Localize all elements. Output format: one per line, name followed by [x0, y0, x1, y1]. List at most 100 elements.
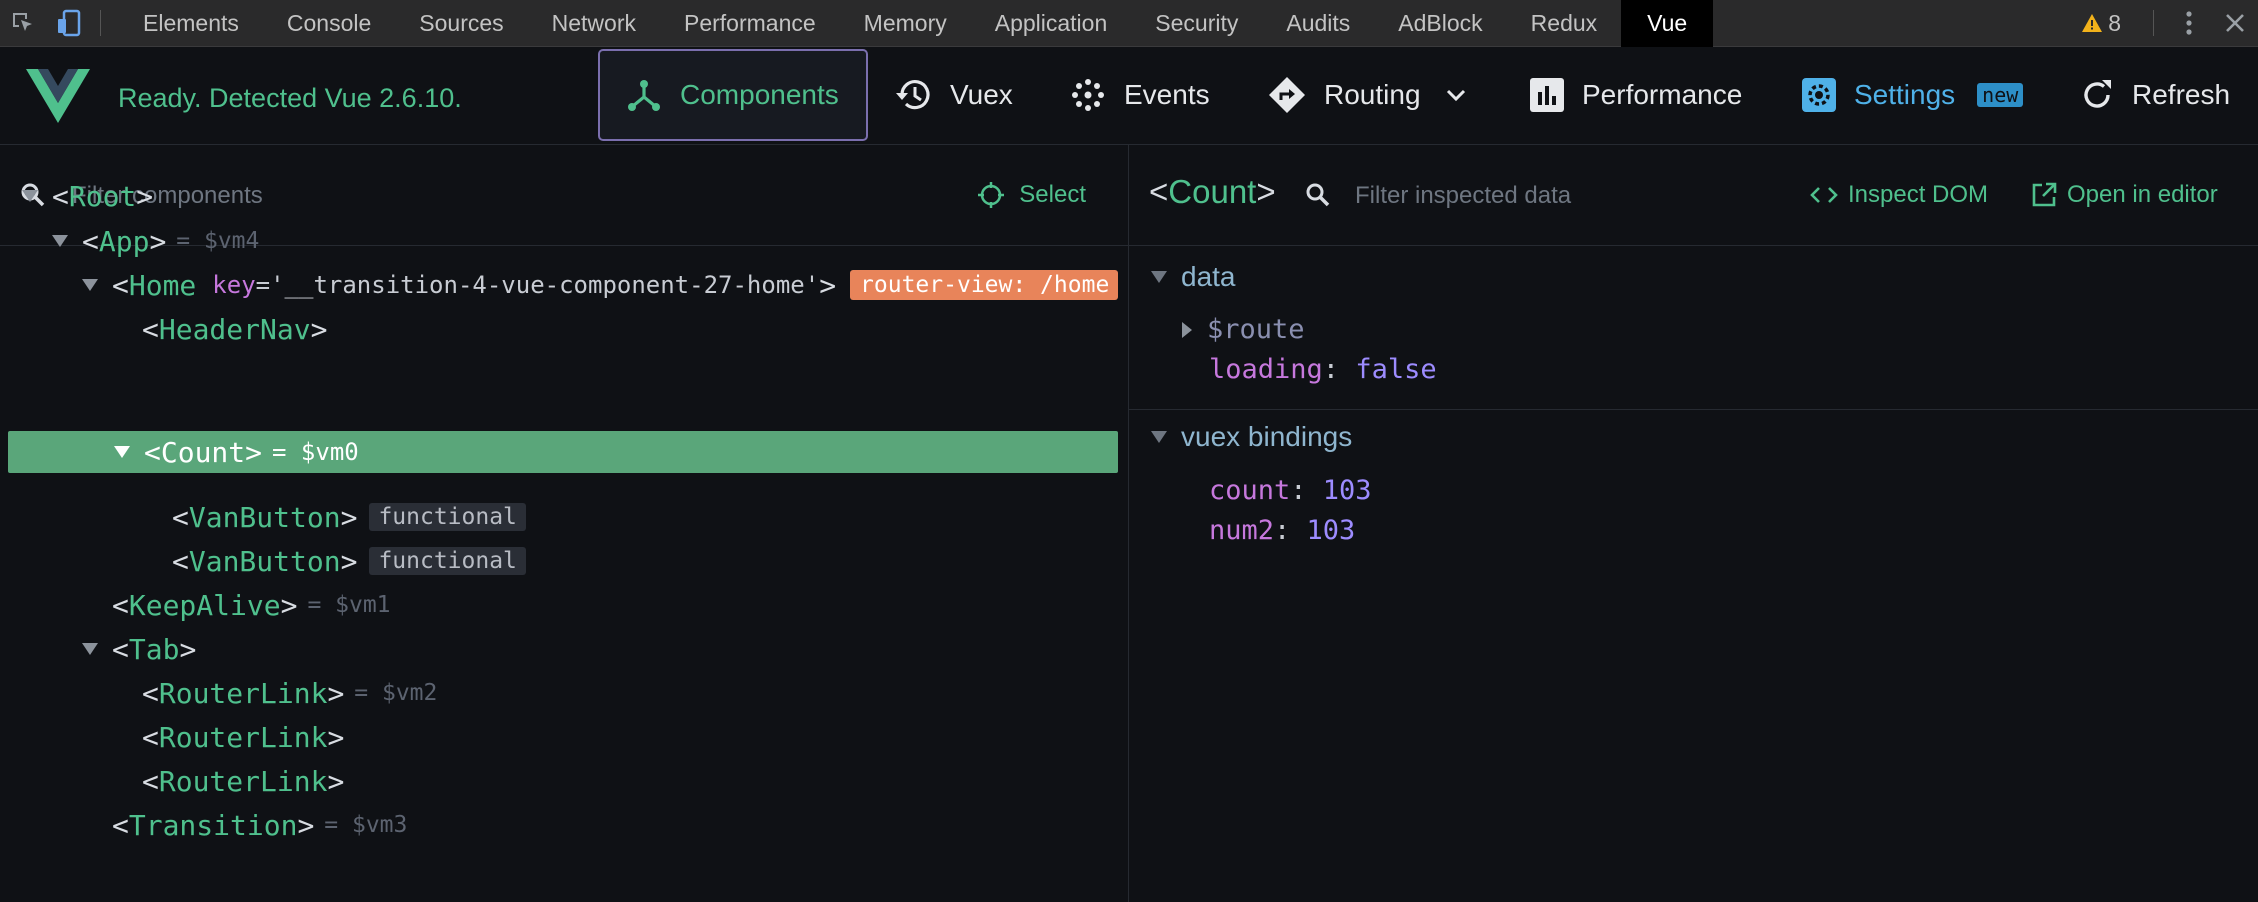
- key-attr-value: ='__transition-4-vue-component-27-home': [255, 271, 820, 299]
- tab-vue[interactable]: Vue: [1621, 0, 1714, 47]
- devtools-tab-bar: Elements Console Sources Network Perform…: [0, 0, 2258, 47]
- tree-row-routerlink-1[interactable]: < RouterLink > = $vm2: [0, 674, 437, 712]
- tag-open: <: [144, 435, 161, 469]
- tabbar-right-controls: 8: [2062, 0, 2258, 47]
- tag-open: <: [172, 500, 189, 534]
- more-options-icon[interactable]: [2166, 0, 2212, 47]
- tab-security[interactable]: Security: [1131, 0, 1262, 47]
- tab-console[interactable]: Console: [263, 0, 395, 47]
- prop-value: 103: [1306, 515, 1356, 546]
- tab-audits[interactable]: Audits: [1262, 0, 1374, 47]
- tag-open: <: [112, 588, 129, 622]
- vuex-button[interactable]: Vuex: [894, 49, 1013, 141]
- tree-row-routerlink-2[interactable]: < RouterLink >: [0, 718, 344, 756]
- tag-open: <: [112, 808, 129, 842]
- component-name: Tab: [128, 632, 180, 666]
- tag-close: >: [297, 808, 315, 842]
- tag-close: >: [327, 720, 345, 754]
- tab-network[interactable]: Network: [528, 0, 660, 47]
- inspect-dom-button[interactable]: Inspect DOM: [1810, 181, 1988, 209]
- tab-elements[interactable]: Elements: [119, 0, 263, 47]
- performance-label: Performance: [1582, 79, 1743, 110]
- tree-row-headernav[interactable]: < HeaderNav >: [0, 310, 327, 348]
- inspect-element-icon[interactable]: [0, 0, 46, 47]
- components-label: Components: [680, 79, 839, 110]
- filter-inspected-input[interactable]: Filter inspected data: [1355, 182, 1571, 210]
- prop-colon: :: [1290, 475, 1323, 506]
- tree-row-routerlink-3[interactable]: < RouterLink >: [0, 762, 344, 800]
- prop-value: 103: [1322, 475, 1372, 506]
- tab-memory[interactable]: Memory: [840, 0, 971, 47]
- refresh-label: Refresh: [2132, 79, 2231, 110]
- routing-button[interactable]: Routing: [1268, 49, 1467, 141]
- collapse-arrow-icon[interactable]: [22, 190, 38, 202]
- routing-label: Routing: [1324, 79, 1421, 110]
- prop-count[interactable]: count: 103: [1209, 475, 1372, 506]
- components-button[interactable]: Components: [598, 49, 868, 141]
- tree-row-app[interactable]: < App > = $vm4: [0, 222, 259, 260]
- vuex-label: Vuex: [950, 79, 1013, 110]
- expand-arrow-icon[interactable]: [1181, 321, 1193, 339]
- tab-application[interactable]: Application: [971, 0, 1132, 47]
- functional-badge: functional: [369, 547, 526, 575]
- tag-open: <: [172, 544, 189, 578]
- functional-badge: functional: [369, 503, 526, 531]
- collapse-arrow-icon[interactable]: [82, 279, 98, 291]
- tree-row-root[interactable]: < Root >: [0, 177, 153, 215]
- open-in-editor-button[interactable]: Open in editor: [2031, 181, 2218, 209]
- tab-separator: [100, 10, 101, 36]
- collapse-arrow-icon[interactable]: [1151, 431, 1167, 443]
- tag-open: <: [112, 268, 129, 302]
- chevron-down-icon[interactable]: [1445, 88, 1467, 102]
- collapse-arrow-icon[interactable]: [52, 235, 68, 247]
- warning-icon: [2082, 14, 2103, 32]
- tab-redux[interactable]: Redux: [1507, 0, 1621, 47]
- inspect-dom-label: Inspect DOM: [1848, 181, 1989, 208]
- tree-row-vanbutton-2[interactable]: < VanButton > functional: [0, 542, 526, 580]
- tree-row-tab[interactable]: < Tab >: [0, 630, 196, 668]
- prop-key: $route: [1207, 314, 1305, 345]
- tab-performance[interactable]: Performance: [660, 0, 840, 47]
- prop-route[interactable]: $route: [1181, 314, 1305, 345]
- tag-close: >: [327, 764, 345, 798]
- inspected-component-name: <Count>: [1149, 173, 1276, 211]
- performance-button[interactable]: Performance: [1530, 49, 1742, 141]
- prop-num2[interactable]: num2: 103: [1209, 515, 1355, 546]
- tree-row-count-selected[interactable]: < Count > = $vm0: [8, 431, 1118, 473]
- component-name: KeepAlive: [128, 588, 281, 622]
- close-devtools-icon[interactable]: [2212, 0, 2258, 47]
- components-pane: Filter components Select < Root > < App > = …: [0, 145, 1129, 902]
- data-section-header[interactable]: data: [1151, 261, 1236, 293]
- prop-loading[interactable]: loading: false: [1209, 354, 1437, 385]
- tag-open: <: [1149, 173, 1169, 210]
- warnings-button[interactable]: 8: [2062, 10, 2141, 37]
- events-button[interactable]: Events: [1070, 49, 1210, 141]
- key-attr-name: key: [212, 271, 256, 299]
- component-name: VanButton: [188, 544, 341, 578]
- vuex-bindings-section-header[interactable]: vuex bindings: [1151, 421, 1352, 453]
- device-toolbar-icon[interactable]: [46, 0, 92, 47]
- select-component-button[interactable]: Select: [977, 181, 1086, 209]
- tree-row-home[interactable]: < Home key ='__transition-4-vue-component-…: [0, 266, 1118, 304]
- tabbar-separator: [2153, 10, 2154, 36]
- data-section-title: data: [1181, 261, 1236, 292]
- collapse-arrow-icon[interactable]: [82, 643, 98, 655]
- select-label: Select: [1019, 181, 1086, 208]
- tag-open: <: [52, 179, 69, 213]
- tab-sources[interactable]: Sources: [395, 0, 527, 47]
- tag-open: <: [142, 720, 159, 754]
- collapse-arrow-icon[interactable]: [114, 446, 130, 458]
- tab-adblock[interactable]: AdBlock: [1374, 0, 1506, 47]
- refresh-icon: [2084, 80, 2111, 108]
- tree-row-transition[interactable]: < Transition > = $vm3: [0, 806, 407, 844]
- collapse-arrow-icon[interactable]: [1151, 271, 1167, 283]
- refresh-button[interactable]: Refresh: [2080, 49, 2230, 141]
- open-in-editor-label: Open in editor: [2067, 181, 2218, 208]
- tag-open: <: [142, 676, 159, 710]
- settings-button[interactable]: Settings new: [1802, 49, 2024, 141]
- tree-row-vanbutton-1[interactable]: < VanButton > functional: [0, 498, 526, 536]
- component-name: Root: [68, 179, 137, 213]
- tree-row-keepalive[interactable]: < KeepAlive > = $vm1: [0, 586, 391, 624]
- external-link-icon: [2032, 182, 2057, 207]
- tag-open: <: [82, 224, 99, 258]
